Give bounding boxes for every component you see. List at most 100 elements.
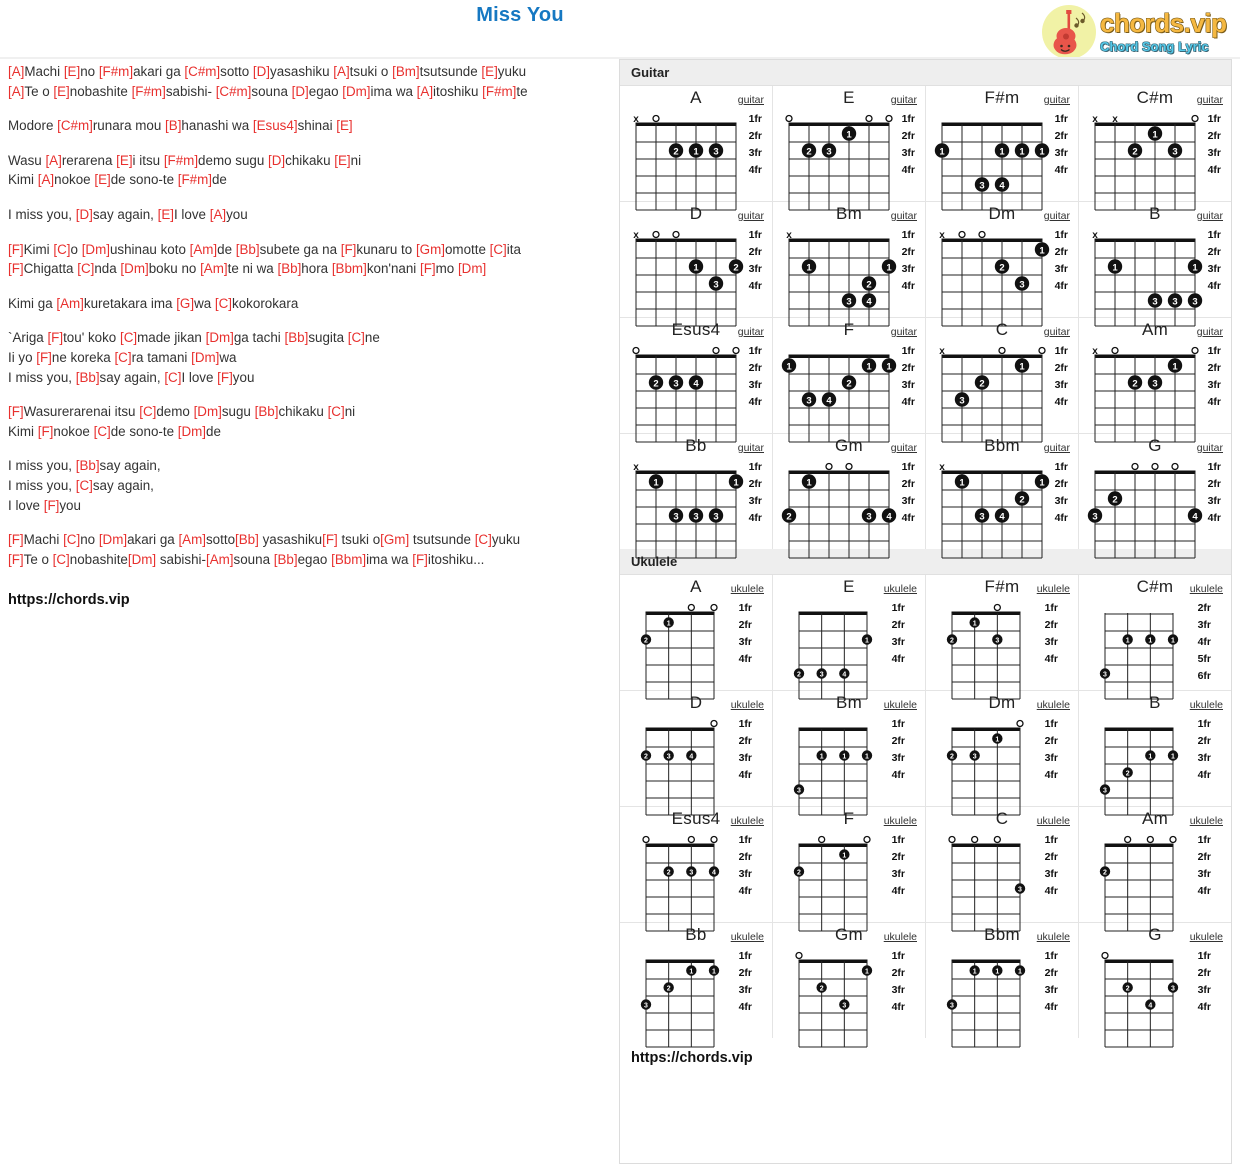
chord-card-bbm[interactable]: Bbm guitar x 1 1 2 3 4 1fr 2fr 3fr 4fr	[926, 434, 1079, 559]
chord-card-gm[interactable]: Gm guitar 1 2 3 4 1fr 2fr 3fr 4fr	[773, 434, 926, 559]
chord-diagram: x 1 1 2 3 4 1fr 2fr 3fr 4fr	[934, 459, 1070, 559]
instrument-tag[interactable]: ukulele	[884, 699, 917, 711]
fret-label: 3fr	[901, 263, 915, 275]
instrument-tag[interactable]: ukulele	[1037, 583, 1070, 595]
instrument-tag[interactable]: guitar	[891, 442, 917, 454]
chord-marker: [Dm]	[193, 404, 222, 420]
instrument-tag[interactable]: ukulele	[1037, 815, 1070, 827]
chord-card-bb[interactable]: Bb guitar x 1 1 3 3 3 1fr 2fr 3fr 4fr	[620, 434, 773, 559]
fret-label: 3fr	[1054, 379, 1068, 391]
instrument-tag[interactable]: guitar	[738, 326, 764, 338]
chord-card-bbm[interactable]: Bbm ukulele 1 1 1 3 1fr 2fr 3fr 4fr	[926, 923, 1079, 1048]
instrument-tag[interactable]: guitar	[891, 210, 917, 222]
fret-labels: 1fr 2fr 3fr 4fr	[1185, 832, 1211, 900]
chord-marker: [Gm]	[415, 241, 445, 257]
fretboard: 1 1 1 3	[946, 959, 1026, 1048]
lyric-text: te ni wa	[227, 261, 278, 277]
instrument-tag[interactable]: ukulele	[1190, 931, 1223, 943]
instrument-tag[interactable]: guitar	[1044, 94, 1070, 106]
instrument-tag[interactable]: guitar	[891, 94, 917, 106]
instrument-tag[interactable]: guitar	[1044, 326, 1070, 338]
instrument-tag[interactable]: ukulele	[731, 583, 764, 595]
chord-card-bb[interactable]: Bb ukulele 1 1 2 3 1fr 2fr 3fr 4fr	[620, 923, 773, 1048]
svg-text:1: 1	[1171, 638, 1175, 645]
instrument-tag[interactable]: ukulele	[884, 815, 917, 827]
chord-diagram: 1 1 1 3 1fr 2fr 3fr 4fr	[791, 716, 907, 816]
chord-card-dm[interactable]: Dm guitar x 1 2 3 1fr 2fr 3fr 4fr	[926, 202, 1079, 327]
instrument-tag[interactable]: guitar	[1044, 442, 1070, 454]
lyrics-site-link[interactable]: https://chords.vip	[8, 591, 612, 611]
instrument-tag[interactable]: ukulele	[1037, 931, 1070, 943]
chord-card-c[interactable]: Cguitar x 1 2 3 1fr 2fr 3fr 4fr	[926, 318, 1079, 443]
chord-card-csharpm[interactable]: C#m ukulele 1 1 1 3 2fr 3fr 4fr 5fr 6fr	[1079, 575, 1231, 700]
fret-label: 1fr	[1044, 950, 1058, 962]
lyric-text: ga tachi	[233, 330, 285, 346]
instrument-tag[interactable]: guitar	[1197, 94, 1223, 106]
lyric-text: shinai	[297, 118, 337, 134]
chord-card-gm[interactable]: Gm ukulele 1 2 3 1fr 2fr 3fr 4fr	[773, 923, 926, 1048]
fret-label: 4fr	[1054, 512, 1068, 524]
instrument-tag[interactable]: guitar	[738, 442, 764, 454]
fret-label: 1fr	[891, 718, 905, 730]
chord-card-c[interactable]: Cukulele 3 1fr 2fr 3fr 4fr	[926, 807, 1079, 932]
chord-card-header: Fukulele	[773, 809, 925, 832]
fret-label: 2fr	[1197, 967, 1211, 979]
fret-label: 4fr	[901, 164, 915, 176]
fretboard: x1 123 4	[786, 230, 897, 327]
chord-marker: [Dm]	[342, 83, 371, 99]
instrument-tag[interactable]: ukulele	[1190, 699, 1223, 711]
instrument-tag[interactable]: guitar	[738, 210, 764, 222]
chord-card-e[interactable]: Eguitar 1 2 3 1fr 2fr 3fr 4fr	[773, 86, 926, 211]
instrument-tag[interactable]: ukulele	[1037, 699, 1070, 711]
fret-label: 3fr	[901, 379, 915, 391]
chord-card-fsharpm[interactable]: F#m guitar 1 1 1 1 3 4 1fr 2fr 3fr 4fr	[926, 86, 1079, 211]
instrument-tag[interactable]: guitar	[1044, 210, 1070, 222]
chord-card-e[interactable]: Eukulele 1 2 3 4 1fr 2fr 3fr 4fr	[773, 575, 926, 700]
chord-marker: [Bb]	[75, 369, 100, 385]
instrument-tag[interactable]: ukulele	[731, 815, 764, 827]
chord-marker: [Dm]	[205, 330, 234, 346]
fret-labels: 2fr 3fr 4fr 5fr 6fr	[1185, 600, 1211, 685]
chord-card-g[interactable]: Gukulele 2 3 4 1fr 2fr 3fr 4fr	[1079, 923, 1231, 1048]
svg-text:1: 1	[693, 146, 699, 157]
instrument-tag[interactable]: ukulele	[884, 583, 917, 595]
chord-card-a[interactable]: Aukulele 1 2 1fr 2fr 3fr 4fr	[620, 575, 773, 700]
fret-label: 4fr	[1044, 1001, 1058, 1013]
instrument-tag[interactable]: guitar	[891, 326, 917, 338]
svg-text:1: 1	[939, 146, 945, 157]
chord-diagram: 1 2 1fr 2fr 3fr 4fr	[791, 832, 907, 932]
chord-diagram: 2 3 4 1fr 2fr 3fr 4fr	[638, 716, 754, 816]
chord-card-f[interactable]: Fguitar 1 1 1 2 3 4 1fr 2fr 3fr 4fr	[773, 318, 926, 443]
chord-card-bm[interactable]: Bm guitar x 1 1 2 3 4 1fr 2fr 3fr 4fr	[773, 202, 926, 327]
chord-card-csharpm[interactable]: C#m guitar x x 1 2 3 1fr 2fr 3fr 4fr	[1079, 86, 1231, 211]
instrument-tag[interactable]: ukulele	[1190, 583, 1223, 595]
instrument-tag[interactable]: guitar	[1197, 442, 1223, 454]
chord-marker: [A]	[45, 152, 62, 168]
chord-card-g[interactable]: Gguitar 2 3 4 1fr 2fr 3fr 4fr	[1079, 434, 1231, 559]
chord-card-dm[interactable]: Dm ukulele 1 2 3 1fr 2fr 3fr 4fr	[926, 691, 1079, 816]
lyric-text: subete ga na	[259, 241, 341, 257]
chord-card-esus4[interactable]: Esus4 ukulele 2 3 4 1fr 2fr 3fr 4fr	[620, 807, 773, 932]
instrument-tag[interactable]: ukulele	[731, 931, 764, 943]
chord-diagram: 1 1 2 3 1fr 2fr 3fr 4fr	[638, 948, 754, 1048]
instrument-tag[interactable]: guitar	[738, 94, 764, 106]
chord-card-f[interactable]: Fukulele 1 2 1fr 2fr 3fr 4fr	[773, 807, 926, 932]
chord-card-am[interactable]: Am ukulele 2 1fr 2fr 3fr 4fr	[1079, 807, 1231, 932]
instrument-tag[interactable]: ukulele	[731, 699, 764, 711]
instrument-tag[interactable]: ukulele	[884, 931, 917, 943]
chord-card-esus4[interactable]: Esus4 guitar 2 3 4 1fr 2fr 3fr 4fr	[620, 318, 773, 443]
chord-card-d[interactable]: Dguitar x 1 2 3 1fr 2fr 3fr 4fr	[620, 202, 773, 327]
lyric-text: yuku	[497, 64, 527, 79]
chord-card-am[interactable]: Am guitar x 1 2 3 1fr 2fr 3fr 4fr	[1079, 318, 1231, 443]
chord-card-b[interactable]: Bukulele 1 1 2 3 1fr 2fr 3fr 4fr	[1079, 691, 1231, 816]
chord-card-fsharpm[interactable]: F#m ukulele 1 2 3 1fr 2fr 3fr 4fr	[926, 575, 1079, 700]
chord-card-b[interactable]: Bguitar x 1 1 3 3 3 1fr 2fr 3fr 4fr	[1079, 202, 1231, 327]
instrument-tag[interactable]: guitar	[1197, 210, 1223, 222]
chord-card-d[interactable]: Dukulele 2 3 4 1fr 2fr 3fr 4fr	[620, 691, 773, 816]
site-logo[interactable]: chords.vip Chord Song Lyric	[1042, 4, 1234, 60]
svg-text:1: 1	[865, 969, 869, 976]
instrument-tag[interactable]: guitar	[1197, 326, 1223, 338]
chord-card-bm[interactable]: Bm ukulele 1 1 1 3 1fr 2fr 3fr 4fr	[773, 691, 926, 816]
instrument-tag[interactable]: ukulele	[1190, 815, 1223, 827]
chord-card-a[interactable]: Aguitar x 2 1 3 1fr 2fr 3fr 4fr	[620, 86, 773, 211]
